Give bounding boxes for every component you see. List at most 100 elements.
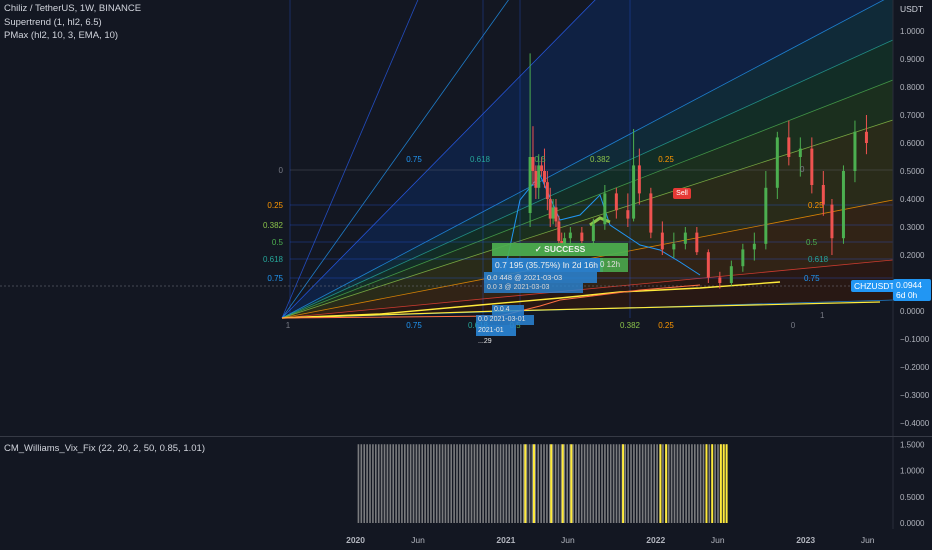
vix-fix-signal-bar — [570, 444, 573, 523]
price-tick-label: 0.2000 — [900, 251, 925, 260]
price-tick-label: −0.2000 — [900, 363, 930, 372]
entry-label[interactable]: 0.0 448 @ 2021-03-03 — [484, 272, 597, 283]
price-pane[interactable]: 0 0.25 0.382 0.5 0.618 0.75 1 0.75 0.618 0.5 0.382… — [0, 0, 932, 436]
vix-fix-bar — [406, 444, 409, 523]
vix-fix-bar — [415, 444, 418, 523]
vix-fix-bar — [383, 444, 386, 523]
vix-fix-bar — [612, 444, 615, 523]
vix-fix-bar — [644, 444, 647, 523]
candle-body — [551, 207, 555, 219]
vix-fix-bar — [528, 444, 531, 523]
price-tick-label: 0.6000 — [900, 139, 925, 148]
time-tick-label: 2021 — [496, 535, 515, 545]
fib-time-label: 0.25 — [658, 321, 674, 330]
vix-fix-bar — [641, 444, 644, 523]
stop-label[interactable]: 0.0 4 — [492, 305, 524, 315]
supertrend-legend[interactable]: Supertrend (1, hl2, 6.5) — [4, 17, 102, 28]
vix-fix-bar — [444, 444, 447, 523]
fib-fan-label: 0.382 — [590, 155, 611, 164]
vix-fix-pane[interactable]: 1.5000 1.0000 0.5000 0.0000 CM_Williams_Vix… — [0, 436, 932, 529]
vix-fix-bar — [636, 444, 638, 523]
vix-fix-bar — [650, 444, 653, 523]
vix-fix-bar — [418, 444, 421, 523]
vix-fix-bar — [589, 444, 592, 523]
fib-fan-label: 0.25 — [658, 155, 674, 164]
vix-fix-bar — [470, 444, 473, 523]
sell-label[interactable]: Sell — [673, 188, 691, 199]
fib-right-label: 0 — [800, 165, 805, 174]
time-tick-label: Jun — [561, 535, 575, 545]
fib-level-label: 0.5 — [272, 238, 284, 247]
fib-time-label: 1 — [286, 321, 291, 330]
vix-fix-bar — [520, 444, 522, 523]
price-tick-label: 0.7000 — [900, 111, 925, 120]
time-axis[interactable]: 2020 Jun 2021 Jun 2022 Jun 2023 Jun — [0, 528, 932, 550]
price-chart[interactable]: 0 0.25 0.382 0.5 0.618 0.75 1 0.75 0.618 0.5 0.382… — [0, 0, 932, 436]
vix-fix-bar — [392, 444, 395, 523]
candle-body — [542, 171, 546, 183]
candle-body — [548, 199, 552, 219]
vix-fix-bar — [546, 444, 548, 523]
vix-fix-bar — [398, 444, 400, 523]
time-tick-label: 2022 — [646, 535, 665, 545]
vix-fix-axis: 1.5000 1.0000 0.5000 0.0000 — [892, 437, 925, 529]
vix-fix-bar — [699, 444, 702, 523]
candle-body — [810, 148, 814, 185]
vix-fix-bar — [667, 444, 670, 523]
vix-fix-legend[interactable]: CM_Williams_Vix_Fix (22, 20, 2, 50, 0.85… — [4, 443, 205, 454]
price-tick-label: −0.4000 — [900, 419, 930, 428]
fib-right-label: 0.5 — [806, 238, 818, 247]
vix-fix-bar — [563, 444, 566, 523]
vix-fix-bar — [433, 444, 435, 523]
candle-body — [534, 171, 538, 188]
vix-fix-bar — [566, 444, 569, 523]
vix-fix-bar — [647, 444, 650, 523]
vix-fix-bar — [540, 444, 542, 523]
candle-body — [591, 224, 595, 241]
vix-fix-bar — [435, 444, 438, 523]
vix-fix-bar — [485, 444, 487, 523]
vix-fix-bar — [604, 444, 606, 523]
fib-time-label: 0.75 — [406, 321, 422, 330]
target-label[interactable]: 0.7 195 (35.75%) In 2d 16h — [492, 258, 603, 272]
vix-fix-bar — [679, 444, 682, 523]
vix-fix-bar — [685, 444, 687, 523]
vix-fix-signal-bar — [561, 444, 564, 523]
success-label[interactable]: ✓ SUCCESS — [492, 243, 628, 256]
price-tick-label: 0.9000 — [900, 55, 925, 64]
vix-fix-bar — [543, 444, 545, 523]
vix-fix-bar — [592, 444, 595, 523]
time-tick-label: Jun — [411, 535, 425, 545]
vix-fix-bar — [618, 444, 621, 523]
vix-fix-bar — [389, 444, 392, 523]
candle-body — [528, 157, 532, 213]
entry-label-2[interactable]: 0.0 3 @ 2021-03-03 — [484, 283, 583, 293]
time-tick-label: 2023 — [796, 535, 815, 545]
date-label-2[interactable]: 2021-01 ...29 — [476, 325, 516, 345]
vix-fix-bar — [638, 444, 641, 523]
vix-fix-bar — [493, 444, 496, 523]
vix-fix-bar — [572, 444, 574, 523]
vix-fix-bars — [357, 444, 728, 523]
vix-fix-bar — [601, 444, 603, 523]
candle-body — [718, 277, 722, 283]
candle-body — [830, 204, 834, 239]
vix-fix-bar — [459, 444, 461, 523]
candle-body — [632, 165, 636, 219]
price-tick-label: 0.8000 — [900, 83, 925, 92]
vix-fix-bar — [441, 444, 444, 523]
candle-body — [557, 221, 561, 241]
time-tick-label: 2020 — [346, 535, 365, 545]
vix-fix-bar — [580, 444, 583, 523]
vix-fix-bar — [653, 444, 656, 523]
price-tick-label: 0.0000 — [900, 307, 925, 316]
pmax-legend[interactable]: PMax (hl2, 10, 3, EMA, 10) — [4, 30, 118, 41]
price-axis: 1.0000 0.9000 0.8000 0.7000 0.6000 0.5000 0.40… — [892, 0, 930, 436]
time-tick-label: Jun — [861, 535, 875, 545]
vix-fix-bar — [522, 444, 525, 523]
date-label-1[interactable]: 0.0 2021-03-01 — [476, 315, 534, 325]
fib-level-label: 0.25 — [267, 201, 283, 210]
candle-body — [614, 193, 618, 211]
vix-fix-bar — [508, 444, 511, 523]
vix-fix-bar — [401, 444, 403, 523]
